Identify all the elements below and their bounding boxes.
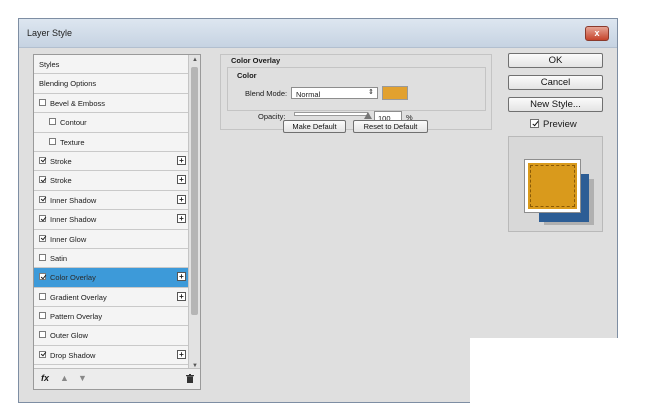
style-item-label: Styles: [39, 60, 60, 69]
blend-mode-select[interactable]: Normal ⇕: [291, 87, 378, 99]
style-item[interactable]: Bevel & Emboss: [34, 93, 189, 114]
title-bar[interactable]: Layer Style x: [19, 19, 617, 48]
style-item-label: Texture: [60, 137, 85, 147]
style-item[interactable]: Inner Shadow +: [34, 210, 189, 230]
scroll-thumb[interactable]: [191, 67, 198, 315]
ok-button[interactable]: OK: [508, 53, 603, 68]
arrow-up-icon[interactable]: ▲: [60, 373, 69, 383]
style-item[interactable]: Outer Glow: [34, 326, 189, 346]
style-checkbox[interactable]: [39, 98, 46, 106]
style-item-label: Inner Shadow: [50, 195, 97, 205]
style-item-label: Inner Glow: [50, 234, 87, 244]
add-effect-icon[interactable]: +: [177, 175, 186, 185]
overlay-color-swatch[interactable]: [382, 86, 408, 100]
style-item-label: Contour: [60, 118, 87, 128]
opacity-label: Opacity:: [258, 112, 286, 121]
style-item-label: Bevel & Emboss: [50, 98, 106, 108]
styles-panel: Styles Blending Options Bevel & Emboss Cont…: [33, 54, 201, 390]
style-item-label: Blending Options: [39, 79, 97, 89]
cancel-button[interactable]: Cancel: [508, 75, 603, 90]
style-item-label: Inner Shadow: [50, 215, 97, 225]
group-title: Color Overlay: [231, 56, 281, 65]
add-effect-icon[interactable]: +: [177, 214, 186, 224]
trash-icon[interactable]: [186, 374, 194, 383]
style-item[interactable]: Inner Glow: [34, 229, 189, 249]
style-item[interactable]: Styles: [34, 55, 189, 75]
color-overlay-group: Color Overlay Color Blend Mode: Normal ⇕…: [220, 54, 492, 130]
style-item[interactable]: Pattern Overlay: [34, 307, 189, 327]
styles-list: Styles Blending Options Bevel & Emboss Cont…: [34, 55, 189, 371]
color-subgroup: Color Blend Mode: Normal ⇕ Opacity: 100 …: [227, 67, 486, 123]
style-checkbox[interactable]: [39, 312, 46, 320]
preview-checkbox[interactable]: [530, 119, 539, 128]
window-title: Layer Style: [27, 28, 73, 38]
fx-button[interactable]: fx: [41, 373, 49, 383]
add-effect-icon[interactable]: +: [177, 349, 186, 359]
style-checkbox[interactable]: [49, 137, 56, 145]
style-item-label: Gradient Overlay: [50, 292, 107, 302]
style-item[interactable]: Gradient Overlay +: [34, 287, 189, 308]
style-item-label: Drop Shadow: [50, 350, 96, 360]
style-checkbox[interactable]: [39, 195, 46, 203]
style-checkbox[interactable]: [49, 118, 56, 126]
style-item-label: Stroke: [50, 176, 72, 186]
style-item[interactable]: Contour: [34, 113, 189, 133]
blend-mode-label: Blend Mode:: [245, 89, 288, 98]
style-checkbox[interactable]: [39, 292, 46, 300]
add-effect-icon[interactable]: +: [177, 155, 186, 165]
style-item-label: Color Overlay: [50, 273, 96, 283]
style-item[interactable]: Drop Shadow +: [34, 345, 189, 366]
color-subgroup-title: Color: [237, 71, 257, 80]
background-area: [470, 338, 657, 414]
style-checkbox[interactable]: [39, 215, 46, 223]
style-checkbox[interactable]: [39, 253, 46, 261]
style-item[interactable]: Blending Options: [34, 74, 189, 94]
style-checkbox[interactable]: [39, 156, 46, 164]
style-item[interactable]: Satin: [34, 248, 189, 269]
preview-square: [524, 159, 581, 213]
scroll-up-icon[interactable]: ▲: [191, 56, 199, 64]
styles-scrollbar[interactable]: ▲ ▼: [188, 55, 200, 371]
style-item[interactable]: Stroke +: [34, 171, 189, 191]
styles-footer: fx ▲ ▼: [34, 368, 200, 389]
arrow-down-icon[interactable]: ▼: [78, 373, 87, 383]
new-style-button[interactable]: New Style...: [508, 97, 603, 112]
add-effect-icon[interactable]: +: [177, 194, 186, 204]
style-checkbox[interactable]: [39, 331, 46, 339]
style-item-label: Pattern Overlay: [50, 312, 103, 322]
style-checkbox[interactable]: [39, 176, 46, 184]
style-item[interactable]: Texture: [34, 132, 189, 152]
close-button[interactable]: x: [585, 26, 609, 41]
opacity-slider-thumb[interactable]: [364, 112, 372, 119]
style-item-label: Stroke: [50, 156, 72, 166]
make-default-button[interactable]: Make Default: [283, 120, 346, 133]
style-checkbox[interactable]: [39, 273, 46, 281]
blend-mode-value: Normal: [296, 89, 321, 99]
style-checkbox[interactable]: [39, 234, 46, 242]
style-item[interactable]: Inner Shadow +: [34, 190, 189, 211]
style-checkbox[interactable]: [39, 350, 46, 358]
style-item-label: Satin: [50, 253, 68, 263]
style-item[interactable]: Stroke +: [34, 151, 189, 172]
add-effect-icon[interactable]: +: [177, 291, 186, 301]
style-item[interactable]: Color Overlay +: [34, 268, 189, 288]
reset-to-default-button[interactable]: Reset to Default: [353, 120, 428, 133]
preview-label: Preview: [543, 119, 577, 130]
style-preview: [508, 136, 603, 232]
select-arrows-icon: ⇕: [368, 89, 374, 96]
style-item-label: Outer Glow: [50, 331, 88, 341]
add-effect-icon[interactable]: +: [177, 272, 186, 282]
opacity-slider[interactable]: [294, 112, 368, 116]
